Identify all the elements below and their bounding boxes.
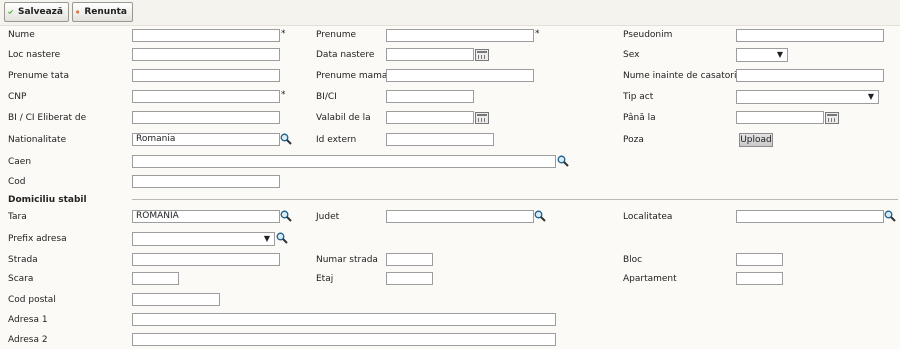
loc-nastere-input[interactable] [132,48,280,61]
tip-act-label: Tip act [623,92,654,102]
cod-input[interactable] [132,175,280,188]
poza-label: Poza [623,135,644,145]
bloc-label: Bloc [623,255,643,265]
cnp-label: CNP [8,92,27,102]
pseudonim-input[interactable] [736,29,884,42]
etaj-label: Etaj [316,274,334,284]
caen-label: Caen [8,157,32,167]
etaj-input[interactable] [386,272,433,285]
save-button-label: Salvează [18,7,63,17]
toolbar: Salvează Renunta [0,0,900,26]
search-icon[interactable] [280,133,292,145]
tara-label: Tara [8,212,27,222]
section-divider [132,199,898,200]
numar-strada-label: Numar strada [316,255,378,265]
prenume-tata-input[interactable] [132,69,280,82]
cod-postal-input[interactable] [132,293,220,306]
adresa2-label: Adresa 2 [8,335,48,345]
search-icon[interactable] [557,155,569,167]
apartament-label: Apartament [623,274,677,284]
valabil-label: Valabil de la [316,113,371,123]
prefix-adresa-select[interactable]: ▼ [132,232,275,246]
nationalitate-input[interactable]: Romania [132,133,280,146]
nume-casatorie-label: Nume inainte de casatorie [623,71,743,81]
prefix-adresa-label: Prefix adresa [8,234,67,244]
apartament-input[interactable] [736,272,783,285]
adresa1-input[interactable] [132,313,556,326]
calendar-icon[interactable] [475,49,489,61]
strada-label: Strada [8,255,38,265]
bici-label: BI/CI [316,92,337,102]
bici-eliberat-input[interactable] [132,111,280,124]
cancel-button[interactable]: Renunta [72,2,133,22]
chevron-down-icon: ▼ [263,234,270,243]
pseudonim-label: Pseudonim [623,30,673,40]
tara-input[interactable]: ROMANIA [132,210,280,223]
cod-postal-label: Cod postal [8,295,56,305]
numar-strada-input[interactable] [386,253,433,266]
caen-input[interactable] [132,155,556,168]
prenume-mama-label: Prenume mama [316,71,388,81]
cnp-input[interactable] [132,90,280,103]
sex-label: Sex [623,50,640,60]
id-extern-input[interactable] [386,133,494,146]
nume-casatorie-input[interactable] [736,69,884,82]
adresa1-label: Adresa 1 [8,315,48,325]
pana-la-input[interactable] [736,111,824,124]
nationalitate-label: Nationalitate [8,135,67,145]
search-icon[interactable] [280,210,292,222]
search-icon[interactable] [276,232,288,244]
required-marker: * [535,29,540,39]
localitatea-label: Localitatea [623,212,673,222]
judet-label: Judet [316,212,340,222]
scara-input[interactable] [132,272,179,285]
cancel-button-label: Renunta [84,7,127,17]
cancel-icon [76,10,80,14]
chevron-down-icon: ▼ [776,50,783,59]
judet-input[interactable] [386,210,534,223]
pana-la-label: Până la [623,113,656,123]
bici-eliberat-label: BI / CI Eliberat de [8,113,87,123]
valabil-input[interactable] [386,111,474,124]
bici-input[interactable] [386,90,474,103]
localitatea-input[interactable] [736,210,884,223]
nume-label: Nume [8,30,35,40]
calendar-icon[interactable] [475,112,489,124]
adresa2-input[interactable] [132,333,556,346]
required-marker: * [281,29,286,39]
tip-act-select[interactable]: ▼ [736,90,879,104]
loc-nastere-label: Loc nastere [8,50,61,60]
sex-select[interactable]: ▼ [736,48,788,62]
prenume-tata-label: Prenume tata [8,71,69,81]
strada-input[interactable] [132,253,280,266]
prenume-input[interactable] [386,29,534,42]
data-nastere-input[interactable] [386,48,474,61]
required-marker: * [281,90,286,100]
data-nastere-label: Data nastere [316,50,375,60]
search-icon[interactable] [534,210,546,222]
bloc-input[interactable] [736,253,783,266]
save-button[interactable]: Salvează [4,2,69,22]
cod-label: Cod [8,177,26,187]
section-title: Domiciliu stabil [8,195,87,205]
scara-label: Scara [8,274,34,284]
checkmark-icon [8,9,13,14]
chevron-down-icon: ▼ [867,92,874,101]
id-extern-label: Id extern [316,135,357,145]
prenume-label: Prenume [316,30,357,40]
search-icon[interactable] [884,210,896,222]
calendar-icon[interactable] [825,112,839,124]
nume-input[interactable] [132,29,280,42]
upload-button[interactable]: Upload [739,133,773,147]
prenume-mama-input[interactable] [386,69,534,82]
